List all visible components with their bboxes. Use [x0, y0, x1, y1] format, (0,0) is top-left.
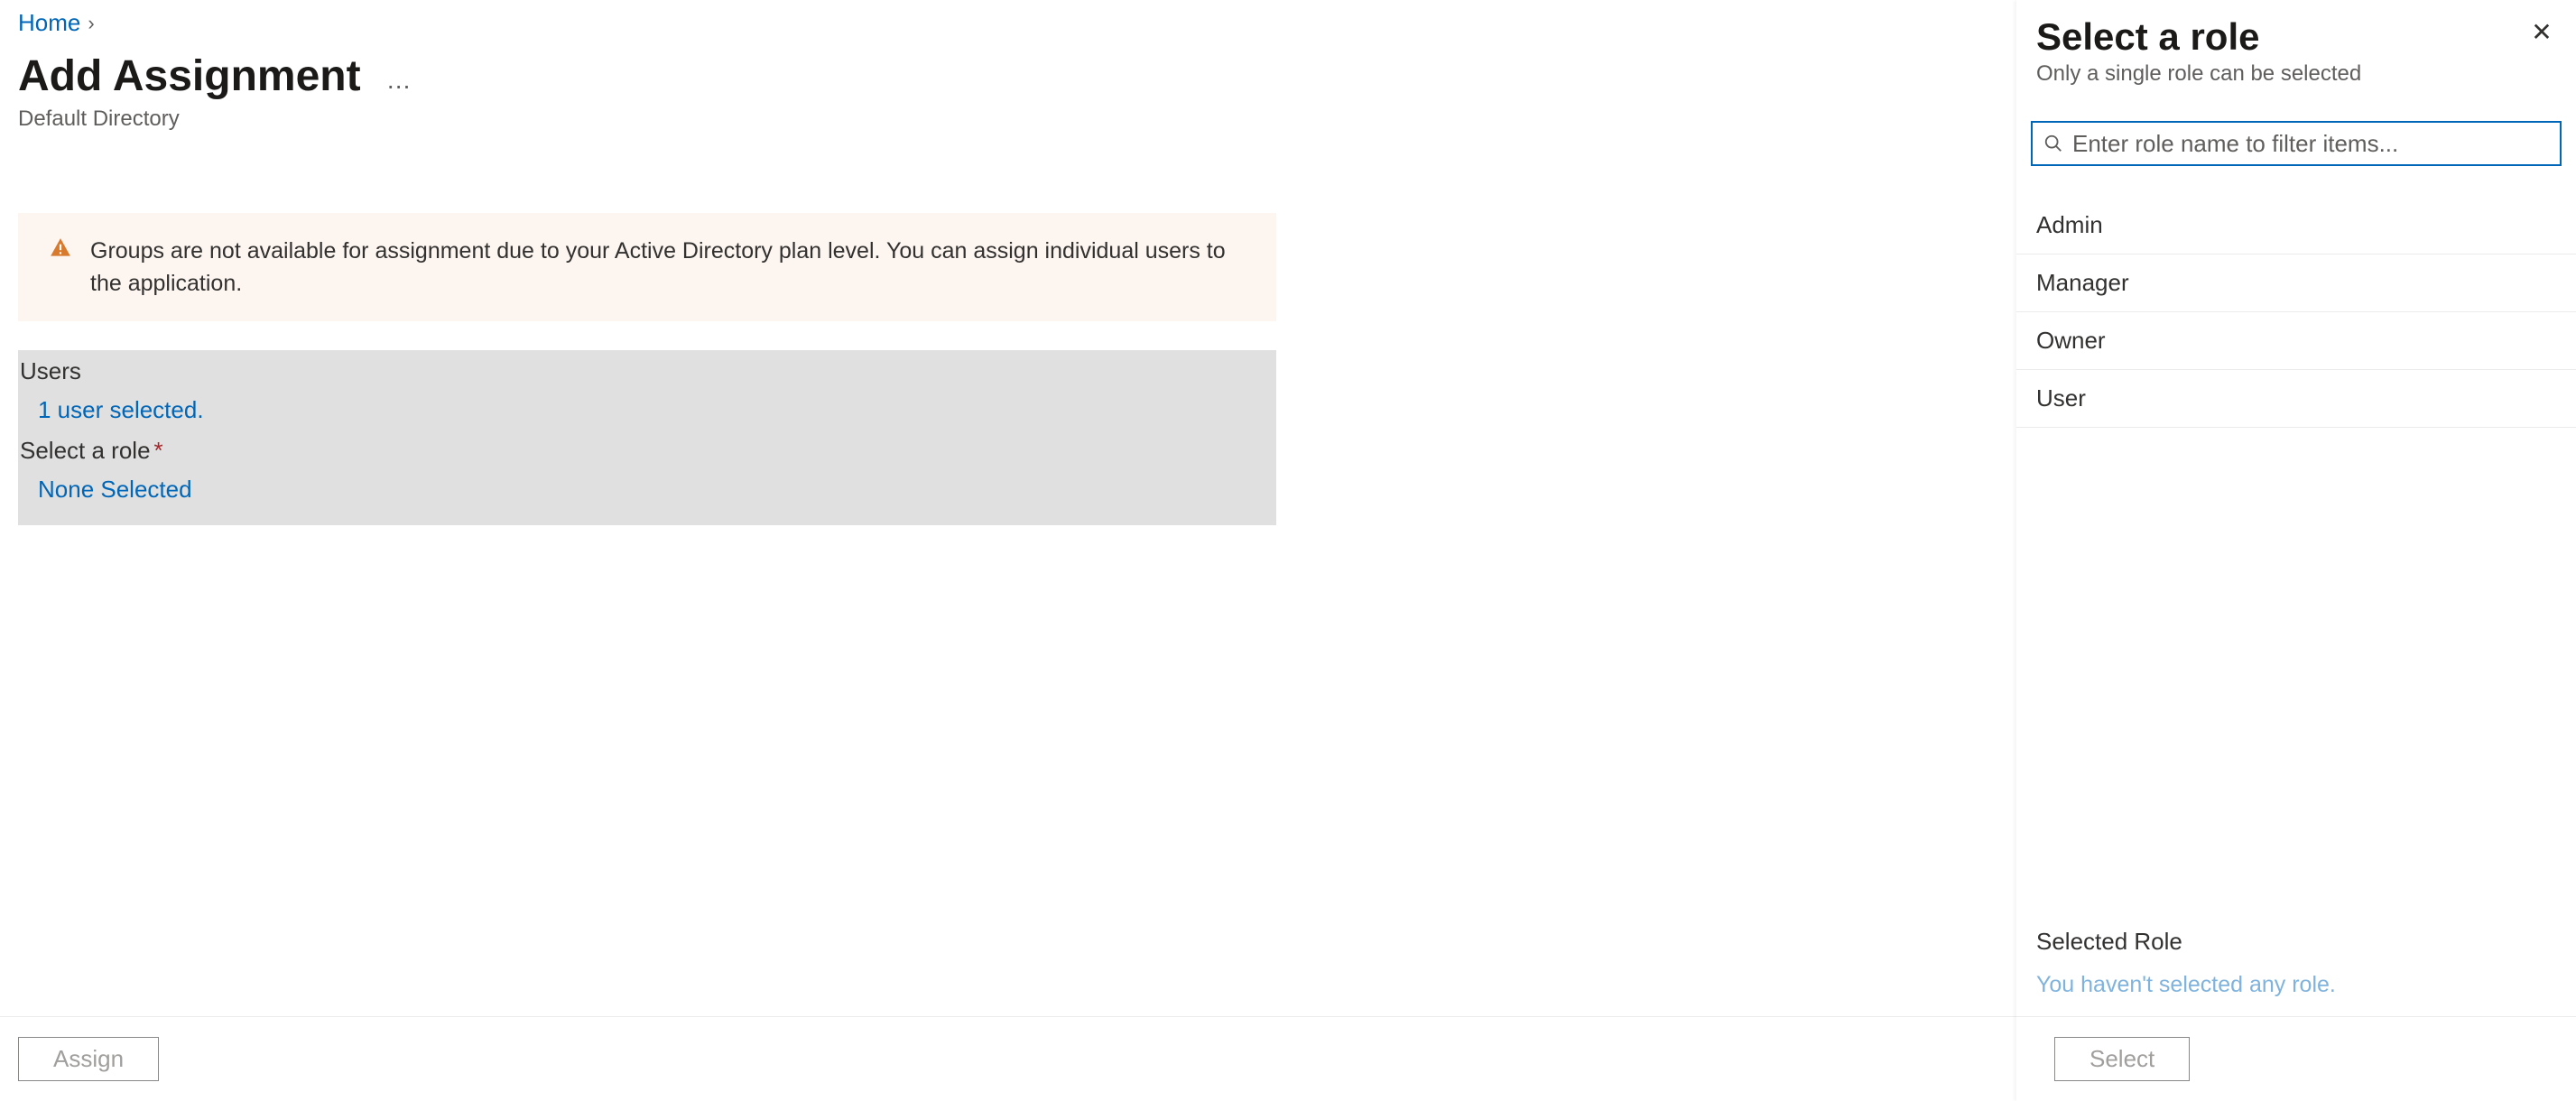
role-option-user[interactable]: User [2016, 370, 2576, 428]
required-asterisk-icon: * [154, 437, 163, 464]
main-content: Home › Add Assignment … Default Director… [0, 0, 2016, 1101]
users-label: Users [18, 350, 1276, 391]
warning-icon [49, 236, 72, 260]
more-actions-icon[interactable]: … [386, 66, 412, 95]
assignment-form: Users 1 user selected. Select a role* No… [18, 350, 1276, 525]
panel-footer: Select [2016, 1016, 2576, 1101]
warning-banner: Groups are not available for assignment … [18, 213, 1276, 322]
role-search-input[interactable] [2072, 123, 2549, 164]
selected-role-value: You haven't selected any role. [2036, 972, 2556, 998]
users-selected-link[interactable]: 1 user selected. [18, 391, 1276, 430]
panel-subtitle: Only a single role can be selected [2036, 61, 2361, 87]
breadcrumb: Home › [18, 9, 1998, 37]
panel-title: Select a role [2036, 18, 2361, 56]
select-button[interactable]: Select [2054, 1037, 2190, 1081]
page-subtitle: Default Directory [18, 106, 1998, 132]
chevron-right-icon: › [88, 12, 94, 35]
role-list: Admin Manager Owner User [2016, 197, 2576, 428]
panel-header: Select a role Only a single role can be … [2016, 0, 2576, 96]
search-icon [2043, 134, 2063, 153]
select-role-panel: Select a role Only a single role can be … [2016, 0, 2576, 1101]
close-icon[interactable]: ✕ [2527, 18, 2556, 47]
page-header: Add Assignment … [18, 53, 1998, 101]
assign-button[interactable]: Assign [18, 1037, 159, 1081]
breadcrumb-home[interactable]: Home [18, 9, 80, 37]
selected-role-section: Selected Role You haven't selected any r… [2016, 928, 2576, 1016]
role-option-owner[interactable]: Owner [2016, 312, 2576, 370]
warning-text: Groups are not available for assignment … [90, 235, 1246, 301]
role-option-admin[interactable]: Admin [2016, 197, 2576, 254]
selected-role-label: Selected Role [2036, 928, 2556, 956]
role-option-manager[interactable]: Manager [2016, 254, 2576, 312]
role-label-text: Select a role [20, 437, 151, 464]
role-search-wrap [2031, 121, 2562, 166]
role-label: Select a role* [18, 430, 1276, 470]
bottom-action-bar: Assign [0, 1016, 2016, 1101]
role-selected-link[interactable]: None Selected [18, 470, 1276, 509]
page-title: Add Assignment [18, 53, 361, 101]
